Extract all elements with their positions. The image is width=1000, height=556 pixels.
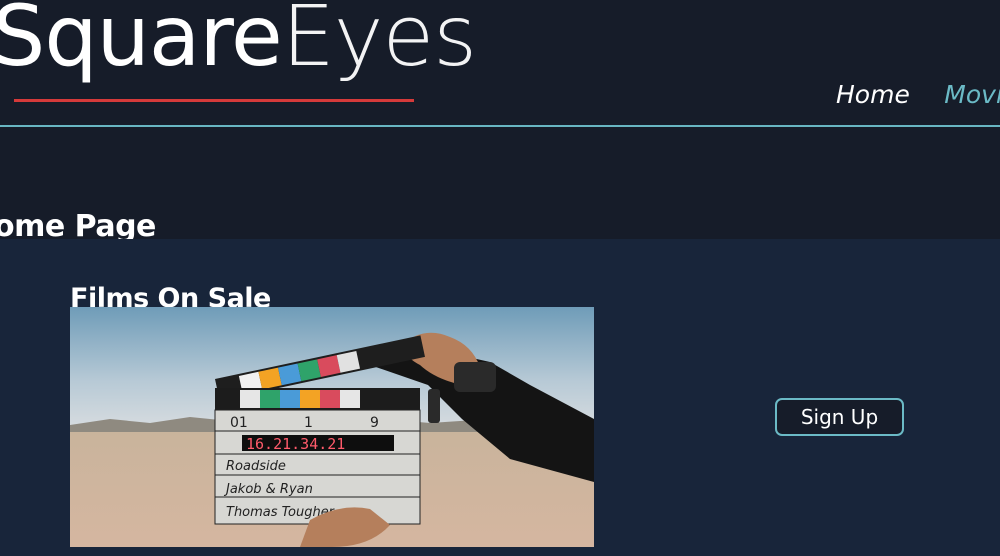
sign-up-button[interactable]: Sign Up [775, 398, 904, 436]
clapper-scene: 1 [304, 415, 313, 431]
films-on-sale-section: Films On Sale 01 1 9 16.21.34.21 Roadsid… [0, 239, 1000, 556]
logo-part-eyes: Eyes [281, 0, 477, 85]
clapper-line-1: Roadside [226, 459, 286, 474]
site-header: SquareEyes Home Movie [0, 0, 1000, 127]
clapper-take: 9 [370, 415, 379, 431]
main-nav: Home Movie [836, 80, 1000, 109]
header-divider [0, 125, 1000, 127]
nav-link-movies[interactable]: Movie [944, 80, 1000, 109]
page: SquareEyes Home Movie ome Page Films On … [0, 0, 1000, 556]
clapper-line-2: Jakob & Ryan [223, 482, 313, 497]
film-clapperboard-image: 01 1 9 16.21.34.21 Roadside Jakob & Ryan… [70, 307, 594, 547]
logo-underline [14, 99, 414, 102]
logo-part-square: Square [0, 0, 283, 85]
clapper-timecode: 16.21.34.21 [246, 435, 345, 453]
logo[interactable]: SquareEyes [0, 0, 477, 78]
clapper-roll: 01 [230, 415, 248, 431]
nav-link-home[interactable]: Home [836, 80, 910, 109]
